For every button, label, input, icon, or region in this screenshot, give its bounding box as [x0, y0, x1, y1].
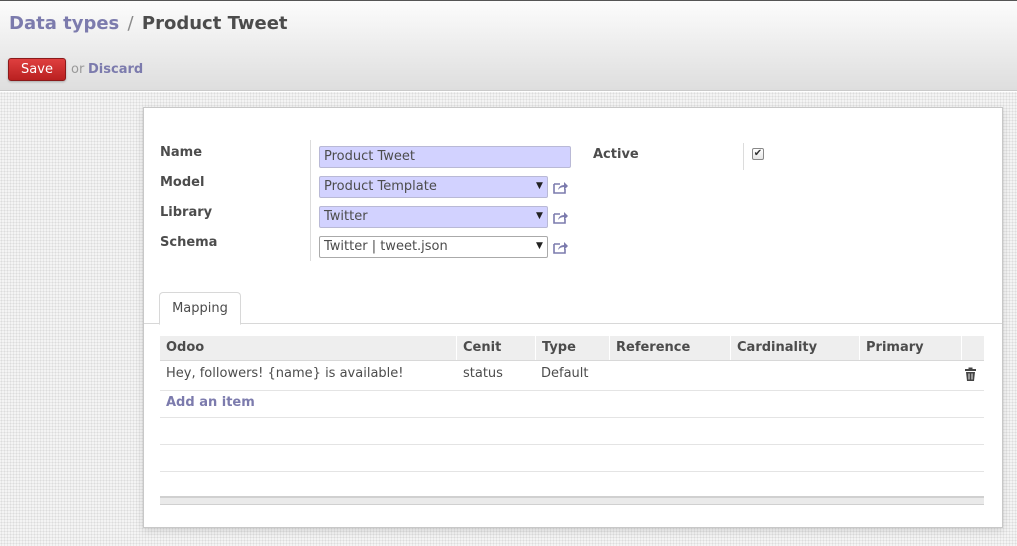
trash-icon[interactable] — [964, 367, 977, 382]
model-select[interactable]: Product Template — [319, 176, 548, 198]
library-label: Library — [160, 205, 213, 220]
name-field[interactable]: Product Tweet — [319, 146, 571, 168]
active-checkbox[interactable]: ✔ — [752, 148, 764, 160]
schema-external-link-icon[interactable] — [552, 240, 569, 255]
library-caret-down-icon: ▼ — [536, 211, 543, 221]
page-title: Product Tweet — [141, 13, 288, 34]
breadcrumb-data-types-link[interactable]: Data types — [9, 13, 119, 34]
name-label: Name — [160, 145, 203, 160]
horizontal-scrollbar[interactable] — [160, 496, 984, 505]
column-header-cardinality[interactable]: Cardinality — [730, 336, 859, 360]
column-header-odoo[interactable]: Odoo — [160, 336, 456, 360]
save-button[interactable]: Save — [8, 58, 66, 81]
library-external-link-icon[interactable] — [552, 210, 569, 225]
model-label: Model — [160, 175, 205, 190]
cell-type: Default — [541, 366, 589, 381]
breadcrumb: Data types / Product Tweet — [9, 13, 288, 34]
tab-mapping[interactable]: Mapping — [159, 292, 241, 325]
table-header: Odoo Cenit Type Reference Cardinality Pr… — [160, 336, 984, 361]
cell-cenit: status — [463, 366, 503, 381]
column-header-cenit[interactable]: Cenit — [456, 336, 535, 360]
model-caret-down-icon: ▼ — [536, 181, 543, 191]
schema-label: Schema — [160, 235, 218, 250]
column-header-actions — [961, 336, 984, 360]
tab-underline — [144, 323, 1002, 324]
row-divider — [160, 417, 984, 418]
row-divider — [160, 471, 984, 472]
form-sheet — [143, 107, 1003, 528]
schema-select[interactable]: Twitter | tweet.json — [319, 236, 548, 258]
label-separator-active — [743, 143, 744, 170]
column-header-primary[interactable]: Primary — [859, 336, 961, 360]
label-separator — [310, 140, 311, 261]
schema-caret-down-icon: ▼ — [536, 241, 543, 251]
column-header-type[interactable]: Type — [535, 336, 609, 360]
control-panel: Data types / Product Tweet Save or Disca… — [0, 0, 1017, 91]
breadcrumb-separator: / — [127, 13, 134, 34]
library-select[interactable]: Twitter — [319, 206, 548, 228]
active-label: Active — [593, 147, 639, 162]
discard-button[interactable]: Discard — [88, 62, 143, 77]
row-divider — [160, 444, 984, 445]
add-item-link[interactable]: Add an item — [166, 395, 255, 410]
column-header-reference[interactable]: Reference — [609, 336, 730, 360]
or-text: or — [71, 62, 85, 77]
cell-odoo: Hey, followers! {name} is available! — [166, 366, 404, 381]
model-external-link-icon[interactable] — [552, 180, 569, 195]
row-divider — [160, 390, 984, 391]
